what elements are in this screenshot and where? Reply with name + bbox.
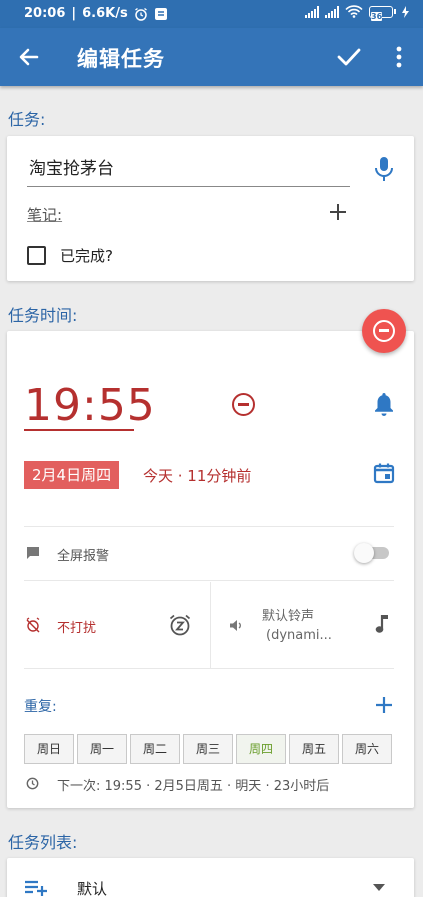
day-sunday[interactable]: 周日: [24, 734, 74, 764]
task-name-input[interactable]: 淘宝抢茅台: [29, 154, 114, 179]
calendar-icon[interactable]: [372, 461, 396, 485]
battery-icon: 36: [369, 5, 396, 21]
battery-level: 36: [371, 11, 383, 21]
next-occurrence-text: 下一次: 19:55 · 2月5日周五 · 明天 · 23小时后: [57, 779, 330, 794]
remove-time-fab[interactable]: [362, 309, 406, 353]
relative-time: 今天 · 11分钟前: [143, 467, 252, 485]
task-section-label: 任务:: [8, 110, 46, 129]
task-list-card[interactable]: [7, 858, 414, 897]
notification-app-icon: [154, 7, 167, 20]
task-list-section-label: 任务列表:: [8, 833, 78, 852]
ringtone-name[interactable]: (dynami...: [266, 628, 332, 643]
notes-field[interactable]: 笔记:: [27, 204, 62, 225]
alarm-time-underline: [24, 429, 134, 431]
more-vert-icon[interactable]: [388, 42, 410, 72]
alarm-clock-icon: [134, 7, 147, 21]
day-tuesday[interactable]: 周二: [130, 734, 180, 764]
do-not-disturb-label[interactable]: 不打扰: [57, 617, 96, 636]
clear-time-icon[interactable]: [232, 393, 255, 416]
alarm-off-icon[interactable]: [25, 617, 41, 633]
volume-icon: [230, 620, 241, 631]
snooze-icon[interactable]: [168, 613, 192, 637]
status-separator: |: [71, 6, 77, 21]
task-list-selected[interactable]: 默认: [77, 878, 107, 897]
day-saturday[interactable]: 周六: [342, 734, 392, 764]
task-name-underline: [27, 186, 350, 187]
music-note-icon[interactable]: [375, 612, 391, 636]
add-note-plus-icon[interactable]: [327, 201, 349, 223]
ringtone-label[interactable]: 默认铃声: [262, 605, 314, 624]
check-icon[interactable]: [334, 42, 364, 72]
weekday-selector: 周日 周一 周二 周三 周四 周五 周六: [24, 734, 392, 764]
divider: [24, 668, 394, 669]
add-repeat-plus-icon[interactable]: [373, 694, 395, 716]
clock-history-icon: [26, 777, 39, 790]
status-bar: 20:06 | 6.6K/s 36: [0, 0, 423, 28]
time-section-label: 任务时间:: [8, 306, 78, 325]
charging-icon: [402, 5, 409, 18]
arrow-back-icon[interactable]: [14, 42, 44, 72]
fullscreen-message-icon: [27, 547, 39, 559]
day-wednesday[interactable]: 周三: [183, 734, 233, 764]
vertical-divider: [210, 582, 211, 668]
fullscreen-alarm-label: 全屏报警: [57, 549, 110, 564]
signal-icon: [305, 5, 319, 18]
bell-icon[interactable]: [372, 391, 396, 417]
status-net-speed: 6.6K/s: [82, 6, 128, 21]
alarm-time[interactable]: 19:55: [24, 380, 156, 431]
repeat-label: 重复:: [24, 699, 57, 715]
page-title: 编辑任务: [77, 47, 165, 71]
signal-2-icon: [325, 5, 339, 18]
completed-checkbox[interactable]: [27, 246, 46, 265]
fullscreen-alarm-toggle[interactable]: [354, 543, 389, 563]
alarm-date-chip[interactable]: 2月4日周四: [24, 461, 120, 489]
microphone-icon[interactable]: [373, 156, 395, 182]
app-bar: 编辑任务: [0, 28, 423, 86]
minus-circle-icon: [373, 320, 395, 342]
playlist-add-icon: [25, 880, 47, 896]
day-thursday[interactable]: 周四: [236, 734, 286, 764]
completed-label: 已完成?: [60, 247, 113, 265]
day-friday[interactable]: 周五: [289, 734, 339, 764]
divider: [24, 580, 394, 581]
divider: [24, 526, 394, 527]
dropdown-arrow-icon[interactable]: [373, 884, 385, 892]
day-monday[interactable]: 周一: [77, 734, 127, 764]
wifi-icon: [345, 5, 363, 18]
status-time: 20:06: [24, 6, 66, 21]
